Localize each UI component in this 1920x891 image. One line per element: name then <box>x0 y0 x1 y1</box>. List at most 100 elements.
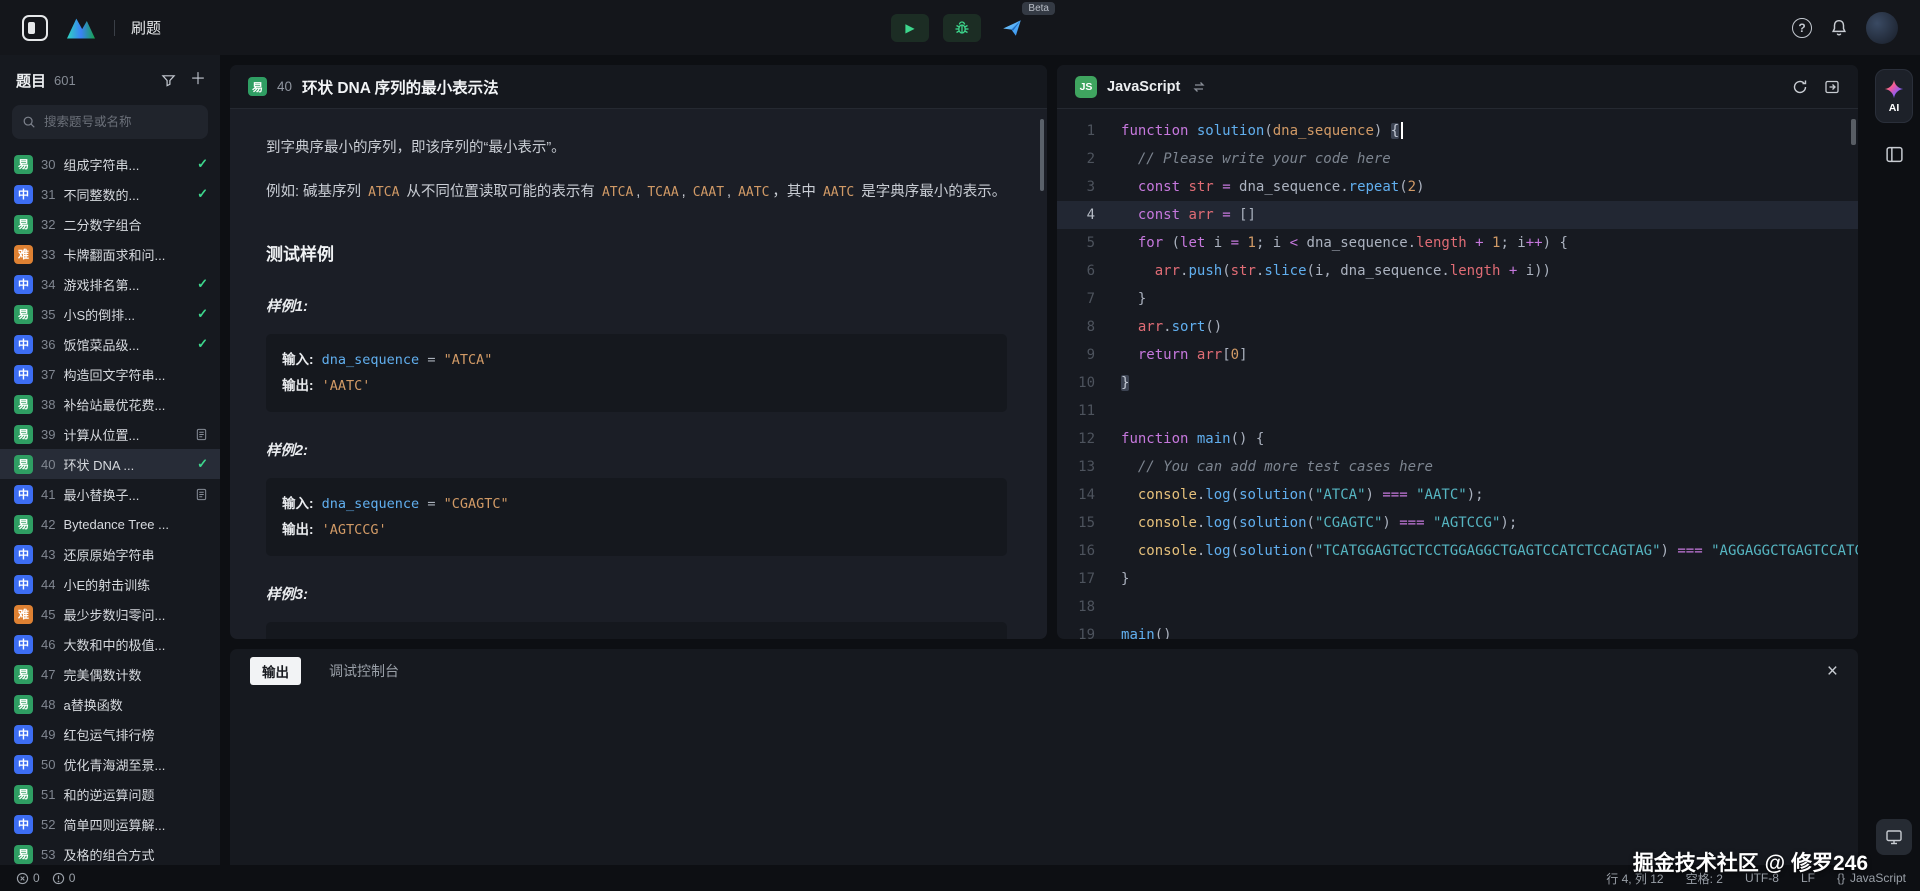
code-line[interactable]: 2 // Please write your code here <box>1057 145 1858 173</box>
problem-list-item[interactable]: 易47完美偶数计数 <box>0 659 220 689</box>
code-line[interactable]: 11 <box>1057 397 1858 425</box>
problem-list-item[interactable]: 易40环状 DNA ...✓ <box>0 449 220 479</box>
panel-layout-icon[interactable] <box>1885 145 1904 164</box>
code-lines: 1function solution(dna_sequence) {2 // P… <box>1057 117 1858 639</box>
code-line[interactable]: 17} <box>1057 565 1858 593</box>
solved-check-icon: ✓ <box>197 306 208 322</box>
search-box[interactable] <box>12 105 208 139</box>
ai-assistant-button[interactable]: AI <box>1875 69 1913 123</box>
javascript-logo-icon: JS <box>1075 76 1097 98</box>
code-line[interactable]: 1function solution(dna_sequence) { <box>1057 117 1858 145</box>
intro-text: 到字典序最小的序列，即该序列的“最小表示”。 <box>266 135 1007 161</box>
tab-output[interactable]: 输出 <box>250 657 301 685</box>
code-line[interactable]: 4 const arr = [] <box>1057 201 1858 229</box>
submit-button[interactable]: Beta <box>995 14 1029 42</box>
switch-language-icon[interactable] <box>1192 80 1206 94</box>
code-editor[interactable]: 1function solution(dna_sequence) {2 // P… <box>1057 109 1858 639</box>
search-input[interactable] <box>44 115 198 129</box>
example-text-segment: 例如: 碱基序列 <box>266 184 365 200</box>
problem-list-item[interactable]: 难45最少步数归零问... <box>0 599 220 629</box>
problem-list-item[interactable]: 中50优化青海湖至景... <box>0 749 220 779</box>
refresh-icon[interactable] <box>1792 79 1808 95</box>
problem-list-item[interactable]: 易38补给站最优花费... <box>0 389 220 419</box>
problem-list-item[interactable]: 易35小S的倒排...✓ <box>0 299 220 329</box>
problem-scrollbar[interactable] <box>1040 119 1044 191</box>
problem-panel: 易 40 环状 DNA 序列的最小表示法 到字典序最小的序列，即该序列的“最小表… <box>230 65 1047 639</box>
problem-list-item[interactable]: 中44小E的射击训练 <box>0 569 220 599</box>
problem-list-item[interactable]: 中41最小替换子... <box>0 479 220 509</box>
code-line[interactable]: 3 const str = dna_sequence.repeat(2) <box>1057 173 1858 201</box>
difficulty-badge: 易 <box>14 425 33 444</box>
warning-counter[interactable]: 0 <box>52 871 76 885</box>
code-line[interactable]: 12function main() { <box>1057 425 1858 453</box>
code-line[interactable]: 19main() <box>1057 621 1858 639</box>
marscode-logo-icon[interactable] <box>64 14 98 42</box>
problem-number: 35 <box>41 307 55 322</box>
code-line[interactable]: 5 for (let i = 1; i < dna_sequence.lengt… <box>1057 229 1858 257</box>
run-button[interactable]: ▶ <box>891 14 929 42</box>
code-line[interactable]: 9 return arr[0] <box>1057 341 1858 369</box>
solved-check-icon: ✓ <box>197 186 208 202</box>
solved-check-icon: ✓ <box>197 456 208 472</box>
problem-description: 到字典序最小的序列，即该序列的“最小表示”。 例如: 碱基序列 ATCA 从不同… <box>230 109 1047 639</box>
problem-title: 补给站最优花费... <box>63 395 208 414</box>
user-avatar[interactable] <box>1866 12 1898 44</box>
device-monitor-icon[interactable] <box>1876 819 1912 855</box>
notifications-bell-icon[interactable] <box>1830 19 1848 37</box>
sidebar-toggle-glyph <box>28 22 35 34</box>
output-panel: 输出 调试控制台 × <box>230 649 1858 865</box>
difficulty-badge: 易 <box>14 665 33 684</box>
code-line[interactable]: 18 <box>1057 593 1858 621</box>
help-icon[interactable]: ? <box>1792 18 1812 38</box>
inline-code: AATC <box>735 185 772 200</box>
sidebar-toggle-icon[interactable] <box>22 15 48 41</box>
problem-title: 完美偶数计数 <box>63 665 208 684</box>
problem-list-item[interactable]: 中43还原原始字符串 <box>0 539 220 569</box>
difficulty-badge: 中 <box>14 635 33 654</box>
code-line[interactable]: 7 } <box>1057 285 1858 313</box>
problem-list-item[interactable]: 中49红包运气排行榜 <box>0 719 220 749</box>
problem-list-item[interactable]: 中37构造回文字符串... <box>0 359 220 389</box>
sample-code-block: 输入: dna_sequence = "CGAGTC"输出: 'AGTCCG' <box>266 478 1007 556</box>
code-line[interactable]: 6 arr.push(str.slice(i, dna_sequence.len… <box>1057 257 1858 285</box>
debug-button[interactable] <box>943 14 981 42</box>
problem-number: 40 <box>41 457 55 472</box>
code-line[interactable]: 10} <box>1057 369 1858 397</box>
notes-doc-icon <box>195 488 208 501</box>
problem-list-item[interactable]: 难33卡牌翻面求和问... <box>0 239 220 269</box>
code-line[interactable]: 8 arr.sort() <box>1057 313 1858 341</box>
problem-list-item[interactable]: 中52简单四则运算解... <box>0 809 220 839</box>
problem-list-item[interactable]: 易30组成字符串...✓ <box>0 149 220 179</box>
problem-list-item[interactable]: 中31不同整数的...✓ <box>0 179 220 209</box>
difficulty-badge: 难 <box>14 605 33 624</box>
problem-list-item[interactable]: 中34游戏排名第...✓ <box>0 269 220 299</box>
problem-number: 36 <box>41 337 55 352</box>
error-counter[interactable]: 0 <box>16 871 40 885</box>
difficulty-badge: 易 <box>248 77 267 96</box>
problem-list-item[interactable]: 易42Bytedance Tree ... <box>0 509 220 539</box>
problem-title: 不同整数的... <box>63 185 189 204</box>
code-line[interactable]: 13 // You can add more test cases here <box>1057 453 1858 481</box>
problem-list-item[interactable]: 易53及格的组合方式 <box>0 839 220 865</box>
difficulty-badge: 易 <box>14 845 33 864</box>
code-line[interactable]: 16 console.log(solution("TCATGGAGTGCTCCT… <box>1057 537 1858 565</box>
editor-scrollbar[interactable] <box>1851 119 1856 145</box>
problem-title: 最小替换子... <box>63 485 187 504</box>
problem-list-item[interactable]: 中36饭馆菜品级...✓ <box>0 329 220 359</box>
problem-list-item[interactable]: 易51和的逆运算问题 <box>0 779 220 809</box>
problem-list-item[interactable]: 易39计算从位置... <box>0 419 220 449</box>
tab-debug-console[interactable]: 调试控制台 <box>329 661 399 681</box>
problem-list-item[interactable]: 中46大数和中的极值... <box>0 629 220 659</box>
code-line[interactable]: 15 console.log(solution("CGAGTC") === "A… <box>1057 509 1858 537</box>
top-bar: 刷题 ▶ Beta ? <box>0 0 1920 55</box>
reset-code-icon[interactable] <box>1824 79 1840 95</box>
problem-list-item[interactable]: 易32二分数字组合 <box>0 209 220 239</box>
filter-icon[interactable] <box>161 73 176 88</box>
close-panel-icon[interactable]: × <box>1827 662 1838 681</box>
add-problem-icon[interactable]: ＋ <box>190 72 206 88</box>
app-window: 刷题 ▶ Beta ? 题目 601 <box>0 0 1920 891</box>
problem-count: 601 <box>54 73 76 88</box>
problem-list-item[interactable]: 易48a替换函数 <box>0 689 220 719</box>
code-line[interactable]: 14 console.log(solution("ATCA") === "AAT… <box>1057 481 1858 509</box>
inline-code: ATCA <box>599 185 636 200</box>
